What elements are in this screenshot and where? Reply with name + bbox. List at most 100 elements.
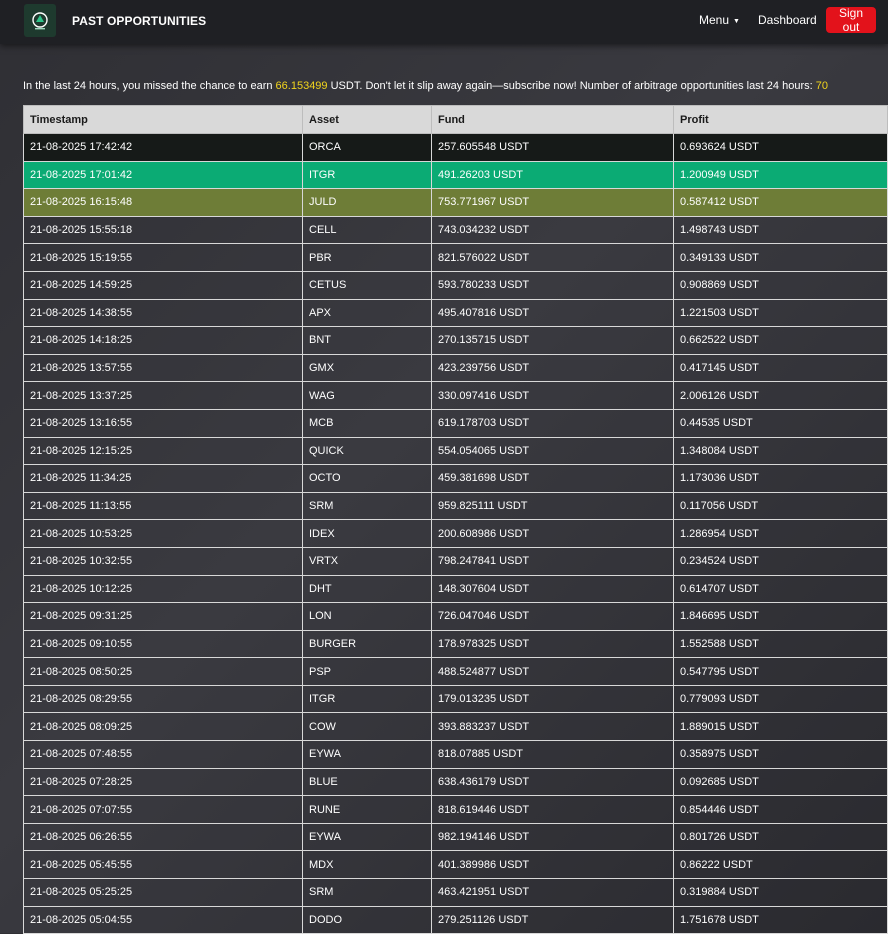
table-row: 21-08-2025 17:01:42 ITGR 491.26203 USDT 1.2…	[23, 160, 888, 190]
table-row: 21-08-2025 14:59:25 CETUS 593.780233 USDT 0…	[23, 270, 888, 300]
cell-profit: 0.908869 USDT	[673, 270, 888, 300]
cell-profit: 0.693624 USDT	[673, 133, 888, 162]
brand-logo[interactable]	[24, 4, 56, 37]
cell-profit: 0.117056 USDT	[673, 491, 888, 521]
cell-timestamp: 21-08-2025 14:38:55	[23, 298, 303, 328]
table-row: 21-08-2025 12:15:25 QUICK 554.054065 USDT 1…	[23, 436, 888, 466]
table-row: 21-08-2025 17:42:42 ORCA 257.605548 USDT 0.…	[23, 133, 888, 162]
cell-timestamp: 21-08-2025 14:59:25	[23, 270, 303, 300]
cell-asset: ITGR	[302, 160, 432, 190]
table-row: 21-08-2025 07:48:55 EYWA 818.07885 USDT 0.3…	[23, 740, 888, 769]
table-row: 21-08-2025 05:25:25 SRM 463.421951 USDT 0.3…	[23, 878, 888, 907]
cell-profit: 0.86222 USDT	[673, 850, 888, 880]
header-asset: Asset	[302, 105, 432, 134]
cell-asset: DODO	[302, 905, 432, 934]
cell-fund: 798.247841 USDT	[431, 546, 674, 576]
cell-fund: 270.135715 USDT	[431, 326, 674, 355]
header-profit: Profit	[673, 105, 888, 134]
cell-profit: 2.006126 USDT	[673, 381, 888, 410]
cell-profit: 0.417145 USDT	[673, 353, 888, 383]
table-row: 21-08-2025 13:37:25 WAG 330.097416 USDT 2.0…	[23, 381, 888, 410]
cell-profit: 0.234524 USDT	[673, 546, 888, 576]
missed-amount: 66.153499	[275, 80, 328, 92]
cell-profit: 0.358975 USDT	[673, 740, 888, 769]
cell-timestamp: 21-08-2025 09:10:55	[23, 629, 303, 659]
table-row: 21-08-2025 13:16:55 MCB 619.178703 USDT 0.4…	[23, 408, 888, 438]
cell-timestamp: 21-08-2025 10:12:25	[23, 574, 303, 604]
cell-timestamp: 21-08-2025 16:15:48	[23, 188, 303, 217]
cell-fund: 959.825111 USDT	[431, 491, 674, 521]
table-row: 21-08-2025 09:10:55 BURGER 178.978325 USDT…	[23, 629, 888, 659]
cell-fund: 178.978325 USDT	[431, 629, 674, 659]
sign-out-button[interactable]: Sign out	[826, 6, 876, 34]
cell-asset: JULD	[302, 188, 432, 217]
banner-prefix: In the last 24 hours, you missed the cha…	[23, 80, 276, 92]
cell-asset: BLUE	[302, 767, 432, 797]
banner-middle: USDT. Don't let it slip away again—subsc…	[327, 80, 816, 92]
cell-timestamp: 21-08-2025 12:15:25	[23, 436, 303, 466]
cell-profit: 0.587412 USDT	[673, 188, 888, 217]
cell-asset: DHT	[302, 574, 432, 604]
cell-fund: 179.013235 USDT	[431, 684, 674, 714]
cell-asset: EYWA	[302, 822, 432, 852]
cell-timestamp: 21-08-2025 08:09:25	[23, 712, 303, 742]
cell-asset: LON	[302, 602, 432, 631]
cell-profit: 1.751678 USDT	[673, 905, 888, 934]
cell-fund: 982.194146 USDT	[431, 822, 674, 852]
cell-profit: 0.801726 USDT	[673, 822, 888, 852]
cell-timestamp: 21-08-2025 05:04:55	[23, 905, 303, 934]
table-row: 21-08-2025 11:34:25 OCTO 459.381698 USDT 1.…	[23, 464, 888, 493]
cell-asset: PSP	[302, 657, 432, 686]
menu-label: Menu	[699, 13, 730, 27]
cell-asset: EYWA	[302, 740, 432, 769]
cell-fund: 488.524877 USDT	[431, 657, 674, 686]
cell-timestamp: 21-08-2025 05:25:25	[23, 878, 303, 907]
cell-asset: BURGER	[302, 629, 432, 659]
cell-fund: 463.421951 USDT	[431, 878, 674, 907]
cell-fund: 726.047046 USDT	[431, 602, 674, 631]
cell-profit: 1.200949 USDT	[673, 160, 888, 190]
cell-fund: 393.883237 USDT	[431, 712, 674, 742]
cell-fund: 423.239756 USDT	[431, 353, 674, 383]
cell-timestamp: 21-08-2025 08:50:25	[23, 657, 303, 686]
cell-fund: 818.619446 USDT	[431, 795, 674, 824]
menu-dropdown[interactable]: Menu ▼	[699, 13, 740, 27]
table-row: 21-08-2025 15:19:55 PBR 821.576022 USDT 0.3…	[23, 243, 888, 272]
cell-fund: 638.436179 USDT	[431, 767, 674, 797]
cell-asset: QUICK	[302, 436, 432, 466]
table-row: 21-08-2025 15:55:18 CELL 743.034232 USDT 1.…	[23, 215, 888, 245]
cell-asset: MCB	[302, 408, 432, 438]
cell-fund: 818.07885 USDT	[431, 740, 674, 769]
cell-timestamp: 21-08-2025 05:45:55	[23, 850, 303, 880]
table-row: 21-08-2025 10:53:25 IDEX 200.608986 USDT 1.…	[23, 519, 888, 548]
cell-fund: 257.605548 USDT	[431, 133, 674, 162]
cell-profit: 1.286954 USDT	[673, 519, 888, 548]
table-row: 21-08-2025 10:12:25 DHT 148.307604 USDT 0.6…	[23, 574, 888, 604]
cell-fund: 401.389986 USDT	[431, 850, 674, 880]
cell-asset: APX	[302, 298, 432, 328]
cell-asset: PBR	[302, 243, 432, 272]
cell-fund: 743.034232 USDT	[431, 215, 674, 245]
cell-asset: RUNE	[302, 795, 432, 824]
cell-asset: SRM	[302, 491, 432, 521]
dashboard-link[interactable]: Dashboard	[758, 13, 817, 27]
cell-fund: 459.381698 USDT	[431, 464, 674, 493]
cell-fund: 753.771967 USDT	[431, 188, 674, 217]
cell-fund: 200.608986 USDT	[431, 519, 674, 548]
cell-timestamp: 21-08-2025 17:01:42	[23, 160, 303, 190]
cell-timestamp: 21-08-2025 13:57:55	[23, 353, 303, 383]
cell-fund: 495.407816 USDT	[431, 298, 674, 328]
cell-profit: 0.092685 USDT	[673, 767, 888, 797]
table-row: 21-08-2025 16:15:48 JULD 753.771967 USDT 0.…	[23, 188, 888, 217]
cell-profit: 0.547795 USDT	[673, 657, 888, 686]
cell-profit: 1.173036 USDT	[673, 464, 888, 493]
table-header-row: Timestamp Asset Fund Profit	[23, 105, 888, 134]
cell-timestamp: 21-08-2025 15:19:55	[23, 243, 303, 272]
cell-profit: 1.221503 USDT	[673, 298, 888, 328]
cell-asset: GMX	[302, 353, 432, 383]
opportunities-table: Timestamp Asset Fund Profit 21-08-2025 1…	[23, 105, 888, 934]
cell-asset: IDEX	[302, 519, 432, 548]
cell-timestamp: 21-08-2025 10:32:55	[23, 546, 303, 576]
opportunity-count: 70	[815, 80, 828, 92]
table-row: 21-08-2025 13:57:55 GMX 423.239756 USDT 0.4…	[23, 353, 888, 383]
